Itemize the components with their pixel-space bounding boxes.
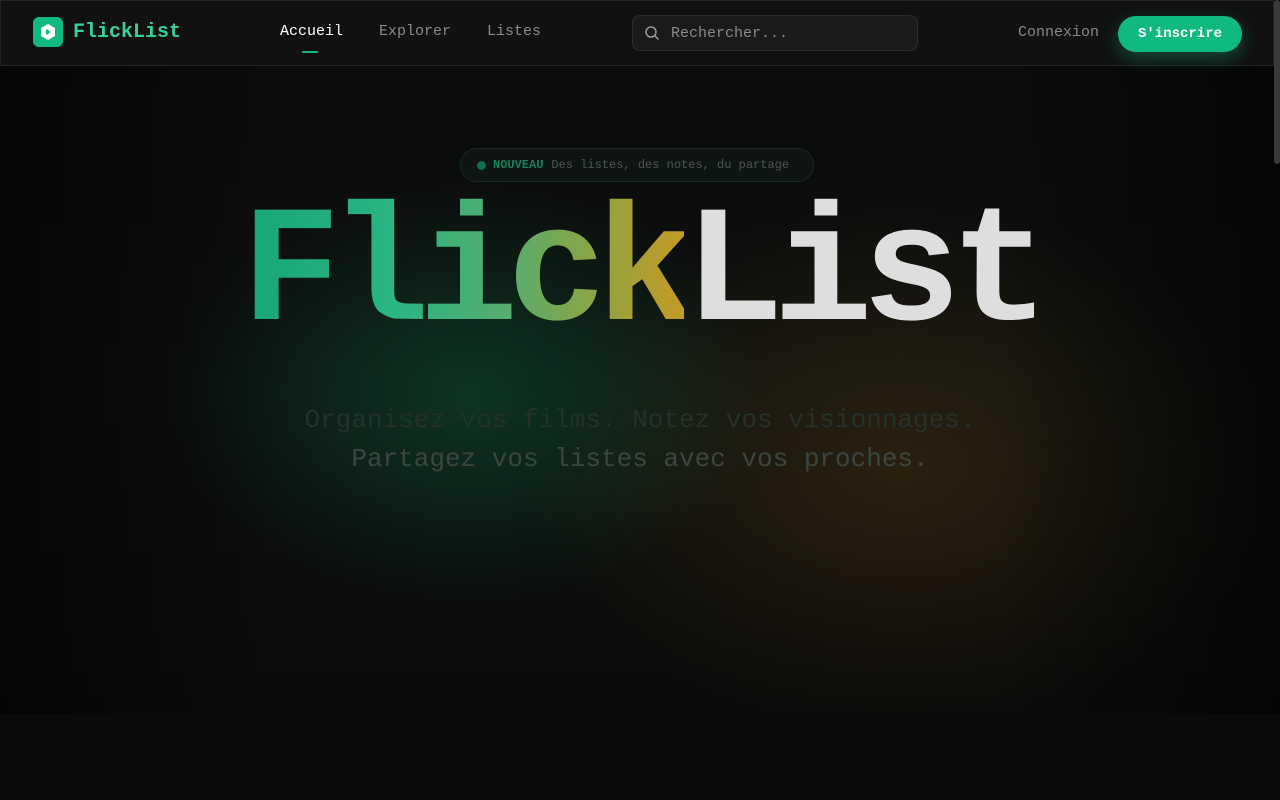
- search-box: [632, 15, 918, 51]
- hero-title-part1: Flick: [241, 181, 695, 369]
- badge-text: Des listes, des notes, du partage: [551, 158, 790, 172]
- search-icon: [644, 25, 660, 41]
- nav-item-label: Accueil: [280, 23, 344, 40]
- login-link[interactable]: Connexion: [1018, 24, 1099, 41]
- nav-item-listes[interactable]: Listes: [487, 23, 541, 40]
- search-input[interactable]: [671, 16, 911, 50]
- status-dot: [477, 160, 486, 170]
- logo-link[interactable]: FlickList: [33, 17, 181, 47]
- announcement-badge: NOUVEAU Des listes, des notes, du partag…: [460, 148, 814, 182]
- page: FlickList Accueil Explorer Listes Recher…: [0, 0, 1280, 800]
- main-nav: Accueil Explorer Listes: [280, 23, 541, 53]
- hero-tagline-line1: Organisez vos films. Notez vos visionnag…: [304, 405, 976, 435]
- nav-item-explorer[interactable]: Explorer: [379, 23, 451, 40]
- top-navbar: FlickList Accueil Explorer Listes Recher…: [0, 0, 1274, 66]
- nav-item-label: Listes: [487, 23, 542, 40]
- hero-title: FlickList: [0, 190, 1280, 360]
- nav-item-label: Explorer: [379, 23, 452, 40]
- active-indicator: [302, 51, 318, 53]
- signup-button[interactable]: S'inscrire: [1118, 16, 1242, 52]
- logo-text: FlickList: [73, 20, 182, 44]
- scrollbar-thumb[interactable]: [1274, 0, 1280, 164]
- badge-tag: NOUVEAU: [493, 158, 544, 172]
- hero-bottom-area: [0, 714, 1280, 800]
- nav-item-accueil[interactable]: Accueil: [280, 23, 344, 53]
- hero-tagline-line2: Partagez vos listes avec vos proches.: [351, 444, 929, 474]
- hero-title-part2: List: [684, 181, 1049, 369]
- play-badge-icon: [33, 17, 63, 47]
